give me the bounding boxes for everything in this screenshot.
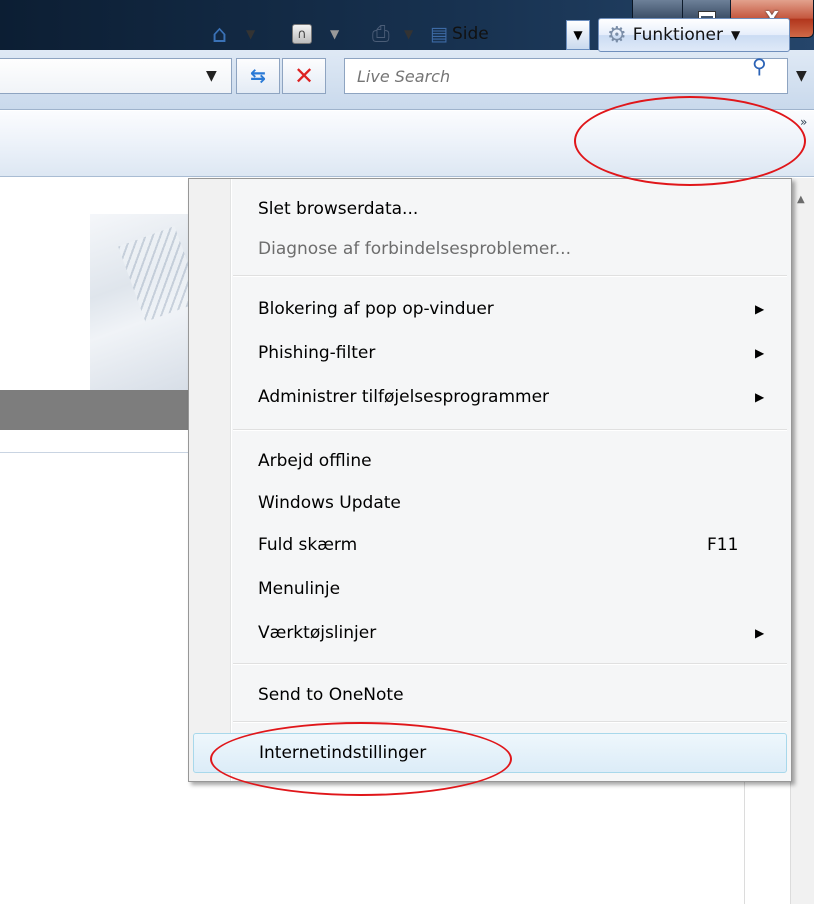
submenu-arrow-icon: ▶ [755,626,765,640]
search-input[interactable] [345,59,725,93]
menu-item-label: Arbejd offline [258,451,372,471]
command-bar: » [0,111,814,177]
menu-item-delete-browsing-history[interactable]: Slet browserdata... [189,189,791,229]
menu-item-label: Windows Update [258,493,401,513]
menu-item-full-screen[interactable]: Fuld skærm F11 [189,525,791,565]
submenu-arrow-icon: ▶ [755,390,765,404]
tools-menu-button[interactable]: ⚙ Funktioner ▼ [598,18,790,52]
menu-item-internet-options[interactable]: Internetindstillinger [193,733,787,773]
menu-item-label: Slet browserdata... [258,199,419,219]
menu-item-send-to-onenote[interactable]: Send to OneNote [189,675,791,715]
menu-separator [233,663,787,665]
tools-dropdown-menu: Slet browserdata... Diagnose af forbinde… [188,178,792,782]
submenu-arrow-icon: ▶ [755,302,765,316]
scroll-up-arrow-icon[interactable]: ▲ [797,194,805,205]
menu-item-popup-blocker[interactable]: Blokering af pop op-vinduer ▶ [189,289,791,329]
page-content-image [90,214,202,390]
home-dropdown-icon[interactable]: ▼ [246,18,255,50]
chevron-down-icon: ▼ [573,28,583,42]
page-content-frame [744,774,790,904]
address-field[interactable] [0,58,232,94]
menu-item-shortcut: F11 [707,535,739,555]
printer-icon[interactable]: ⎙ [372,18,390,50]
page-menu-label[interactable]: Side [452,18,489,50]
menu-item-label: Menulinje [258,579,341,599]
menu-separator [233,275,787,277]
print-dropdown-icon[interactable]: ▼ [404,18,413,50]
menu-item-label: Blokering af pop op-vinduer [258,299,494,319]
tools-menu-label: Funktioner [632,25,723,45]
page-dropdown-button[interactable]: ▼ [566,20,590,50]
page-content-band [0,390,188,430]
menu-item-label: Internetindstillinger [259,743,427,763]
menu-item-label: Fuld skærm [258,535,358,555]
menu-item-menu-bar[interactable]: Menulinje [189,569,791,609]
menu-item-label: Værktøjslinjer [258,623,377,643]
menu-item-windows-update[interactable]: Windows Update [189,483,791,523]
menu-item-label: Administrer tilføjelsesprogrammer [258,387,550,407]
submenu-arrow-icon: ▶ [755,346,765,360]
menu-item-phishing-filter[interactable]: Phishing-filter ▶ [189,333,791,373]
stop-x-icon: ✕ [293,62,315,90]
menu-item-label: Phishing-filter [258,343,376,363]
refresh-button[interactable]: ⇆ [236,58,280,94]
menu-separator [233,429,787,431]
chevron-down-icon: ▼ [731,28,741,42]
vertical-scrollbar[interactable]: ▲ [790,178,814,904]
home-icon[interactable]: ⌂ [212,18,227,50]
menu-separator [233,721,787,723]
magnifier-icon[interactable]: ⚲ [752,54,767,78]
address-bar-row: ▼ ⇆ ✕ ⚲ ▼ [0,50,814,110]
search-box[interactable] [344,58,788,94]
feeds-dropdown-icon[interactable]: ▼ [330,18,339,50]
menu-item-manage-addons[interactable]: Administrer tilføjelsesprogrammer ▶ [189,377,791,417]
search-options-chevron-icon[interactable]: ▼ [796,68,807,84]
page-icon[interactable]: ▤ [430,18,448,50]
menu-item-label: Diagnose af forbindelsesproblemer... [258,239,571,259]
stop-button[interactable]: ✕ [282,58,326,94]
more-commands-chevron-icon[interactable]: » [800,115,807,129]
menu-item-work-offline[interactable]: Arbejd offline [189,441,791,481]
rss-feed-icon[interactable]: ∩ [292,18,312,50]
chevron-down-icon[interactable]: ▼ [206,68,217,84]
menu-item-toolbars[interactable]: Værktøjslinjer ▶ [189,613,791,653]
menu-item-diagnose-connection: Diagnose af forbindelsesproblemer... [189,229,791,269]
menu-item-label: Send to OneNote [258,685,404,705]
gear-icon: ⚙ [607,22,627,48]
divider [0,452,188,453]
refresh-arrows-icon: ⇆ [250,65,266,87]
